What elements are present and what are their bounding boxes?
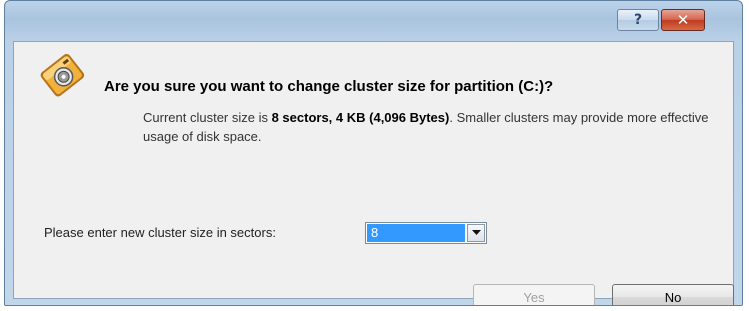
chevron-down-icon [471, 230, 481, 235]
title-bar[interactable]: ? ✕ [5, 1, 742, 41]
current-cluster-size: 8 sectors, 4 KB (4,096 Bytes) [271, 110, 450, 125]
cluster-size-value[interactable]: 8 [367, 224, 465, 242]
combo-dropdown-button[interactable] [467, 224, 485, 242]
yes-button[interactable]: Yes [473, 284, 595, 305]
no-button[interactable]: No [612, 284, 734, 305]
cluster-size-label: Please enter new cluster size in sectors… [44, 225, 276, 240]
dialog-body: Are you sure you want to change cluster … [13, 41, 734, 305]
dialog-heading: Are you sure you want to change cluster … [104, 78, 554, 95]
desc-prefix: Current cluster size is [143, 110, 272, 125]
cluster-size-combobox[interactable]: 8 [365, 222, 487, 244]
dialog-description: Current cluster size is 8 sectors, 4 KB … [143, 108, 733, 146]
disk-partition-icon [40, 53, 85, 97]
help-button[interactable]: ? [617, 9, 659, 31]
confirm-dialog: ? ✕ Are you sure you want to change clus… [4, 0, 743, 306]
close-button[interactable]: ✕ [661, 9, 705, 31]
help-icon: ? [633, 12, 643, 28]
close-icon: ✕ [676, 11, 690, 29]
